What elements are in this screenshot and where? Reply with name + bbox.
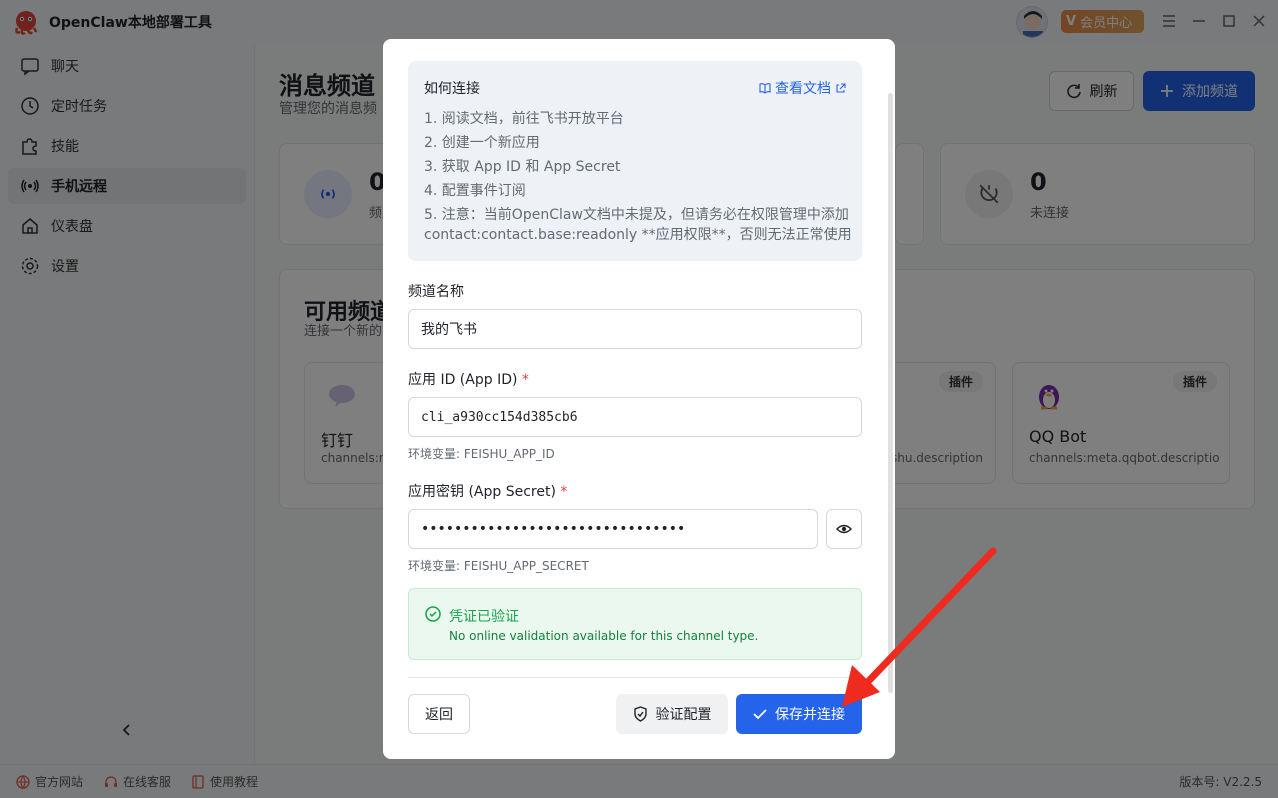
app-id-label-text: 应用 ID (App ID)	[408, 372, 518, 388]
channel-name-label: 频道名称	[408, 284, 464, 300]
howto-step: 2. 创建一个新应用	[424, 135, 540, 151]
verify-config-label: 验证配置	[655, 707, 712, 723]
channel-name-input[interactable]: 我的飞书	[408, 309, 862, 349]
view-docs-label: 查看文档	[775, 81, 831, 97]
check-icon	[753, 709, 767, 720]
save-and-connect-button[interactable]: 保存并连接	[736, 694, 862, 734]
required-mark: *	[521, 372, 529, 388]
required-mark: *	[560, 484, 568, 500]
verify-config-button[interactable]: 验证配置	[616, 694, 728, 734]
howto-step: 3. 获取 App ID 和 App Secret	[424, 159, 621, 175]
howto-step: 5. 注意：当前OpenClaw文档中未提及，但请务必在权限管理中添加	[424, 207, 849, 223]
back-button[interactable]: 返回	[408, 694, 470, 734]
book-open-icon	[759, 83, 771, 94]
modal-scrollbar[interactable]	[888, 93, 893, 693]
howto-step: 4. 配置事件订阅	[424, 183, 526, 199]
app-id-input[interactable]: cli_a930cc154d385cb6	[408, 397, 862, 437]
footer-divider	[408, 677, 862, 678]
credential-verified-alert: 凭证已验证 No online validation available for…	[408, 588, 862, 660]
how-to-connect-panel: 如何连接 查看文档 1. 阅读文档，前往飞书开放平台 2. 创建一个新应用 3.…	[408, 61, 862, 261]
howto-title: 如何连接	[424, 81, 480, 97]
app-id-label: 应用 ID (App ID) *	[408, 369, 529, 389]
channel-config-dialog: 如何连接 查看文档 1. 阅读文档，前往飞书开放平台 2. 创建一个新应用 3.…	[383, 39, 895, 759]
check-circle-icon	[425, 606, 441, 622]
app-id-hint: 环境变量: FEISHU_APP_ID	[408, 447, 555, 461]
howto-step: contact:contact.base:readonly **应用权限**，否…	[424, 227, 852, 243]
app-secret-input[interactable]: ••••••••••••••••••••••••••••••••	[408, 509, 818, 549]
verified-title: 凭证已验证	[449, 609, 519, 625]
app-secret-hint: 环境变量: FEISHU_APP_SECRET	[408, 559, 589, 573]
app-secret-label-text: 应用密钥 (App Secret)	[408, 484, 556, 500]
shield-check-icon	[633, 706, 647, 722]
app-secret-label: 应用密钥 (App Secret) *	[408, 481, 567, 501]
toggle-secret-visibility-button[interactable]	[826, 509, 862, 549]
save-and-connect-label: 保存并连接	[775, 707, 845, 723]
verified-message: No online validation available for this …	[449, 629, 759, 643]
eye-icon	[836, 524, 852, 534]
external-link-icon	[836, 82, 846, 93]
view-docs-link[interactable]: 查看文档	[759, 78, 846, 98]
howto-step: 1. 阅读文档，前往飞书开放平台	[424, 111, 624, 127]
